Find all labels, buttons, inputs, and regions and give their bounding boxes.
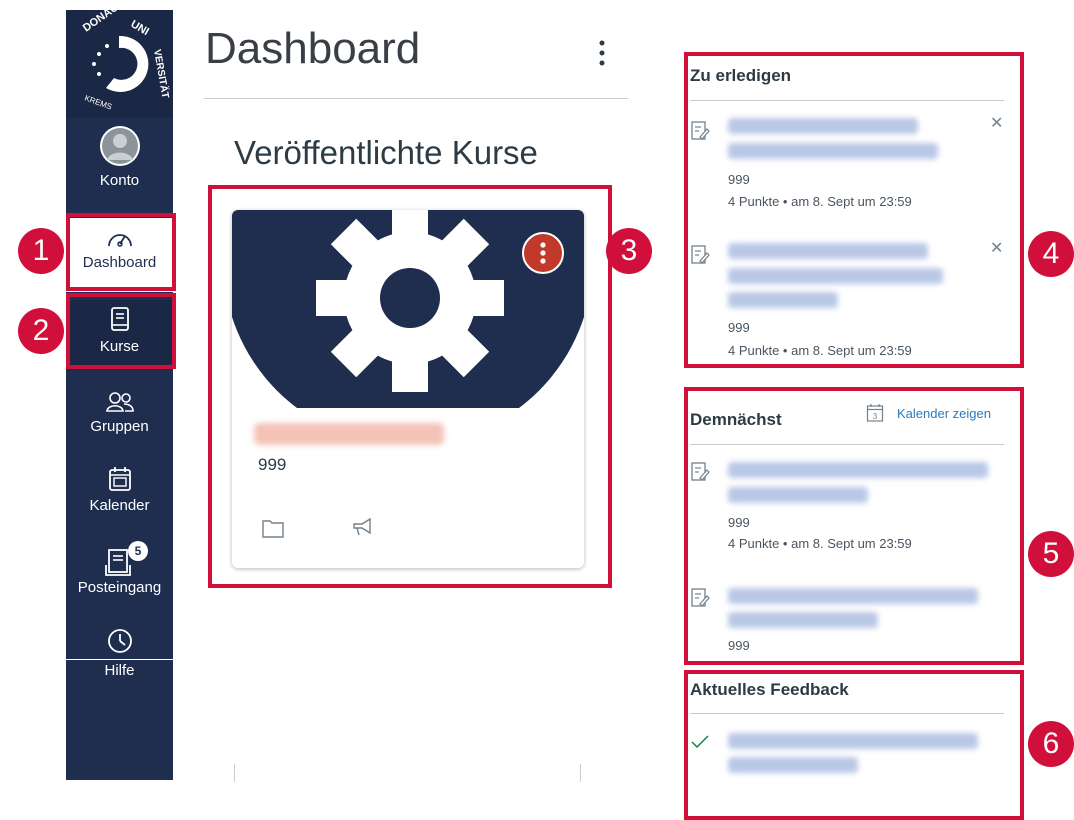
sidebar-item-label: Gruppen bbox=[90, 418, 149, 435]
step-marker-5: 5 bbox=[1028, 531, 1074, 577]
sidebar-item-label: Konto bbox=[99, 172, 140, 189]
sidebar-item-kalender[interactable]: Kalender bbox=[66, 465, 173, 535]
highlight-box-todo bbox=[684, 52, 1024, 368]
step-marker-4: 4 bbox=[1028, 231, 1074, 277]
highlight-box-upcoming bbox=[684, 387, 1024, 665]
step-marker-1: 1 bbox=[18, 228, 64, 274]
sidebar-item-posteingang[interactable]: 5 Posteingang bbox=[66, 541, 173, 620]
sidebar-item-hilfe[interactable]: Hilfe bbox=[66, 627, 173, 687]
groups-icon bbox=[105, 392, 134, 412]
divider-tick bbox=[234, 764, 235, 782]
page-title: Dashboard bbox=[205, 24, 421, 73]
step-marker-6: 6 bbox=[1028, 721, 1074, 767]
step-marker-2: 2 bbox=[18, 308, 64, 354]
sidebar-item-gruppen[interactable]: Gruppen bbox=[66, 390, 173, 460]
more-options-icon[interactable] bbox=[598, 38, 606, 68]
highlight-box-course-card bbox=[208, 185, 612, 588]
section-heading: Veröffentlichte Kurse bbox=[234, 134, 538, 171]
highlight-box-kurse bbox=[66, 293, 176, 369]
calendar-icon bbox=[108, 467, 131, 491]
global-nav-sidebar: DONAU UNI VERSITÄT KREMS Konto Dashboard bbox=[66, 10, 173, 780]
unread-count-badge: 5 bbox=[128, 541, 148, 561]
clock-icon bbox=[107, 629, 132, 653]
sidebar-item-label: Posteingang bbox=[77, 579, 162, 596]
highlight-box-feedback bbox=[684, 670, 1024, 820]
sidebar-item-konto[interactable]: Konto bbox=[66, 126, 173, 206]
university-logo[interactable]: DONAU UNI VERSITÄT KREMS bbox=[66, 10, 173, 118]
header-divider bbox=[204, 98, 628, 99]
divider-tick bbox=[580, 764, 581, 782]
step-marker-3: 3 bbox=[606, 228, 652, 274]
sidebar-item-label: Kalender bbox=[89, 497, 150, 514]
sidebar-item-label: Hilfe bbox=[104, 662, 135, 679]
avatar bbox=[99, 126, 140, 166]
highlight-box-dashboard bbox=[66, 213, 176, 291]
